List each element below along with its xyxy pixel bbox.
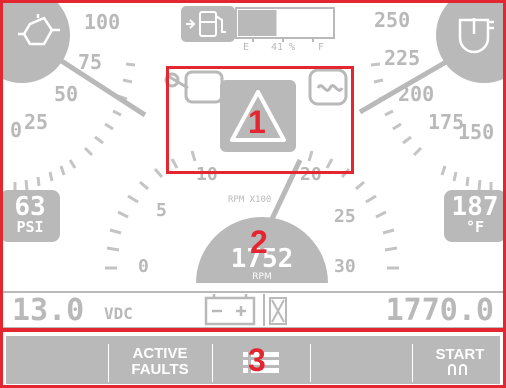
- callout-number-2: 2: [250, 224, 268, 260]
- callout-number-1: 1: [248, 104, 266, 140]
- display-screen: 100 75 50 25 0 250 225 200 175 150 E 41 …: [0, 0, 506, 388]
- callout-number-3: 3: [248, 342, 266, 378]
